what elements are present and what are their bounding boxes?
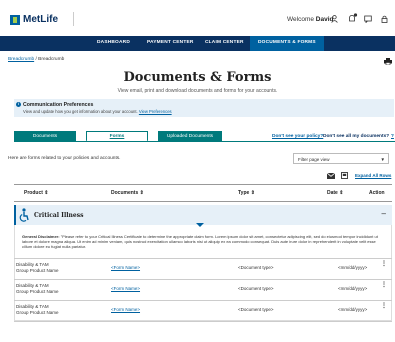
product-cell: Disability & TAM Group Product Name	[16, 283, 59, 295]
accessibility-icon	[19, 208, 29, 222]
sort-icon: ⇕	[139, 190, 144, 196]
product-cell: Disability & TAM Group Product Name	[16, 304, 59, 316]
more-actions-icon[interactable]: ⋮	[381, 261, 387, 267]
view-preferences-link[interactable]: View Preferences	[139, 109, 172, 114]
category-title: Critical Illness	[34, 212, 84, 219]
form-name-link[interactable]: <Form Name>	[111, 307, 140, 312]
disclaimer-text: "Please refer to your Critical Illness C…	[22, 234, 378, 250]
column-date[interactable]: Date ⇕	[327, 190, 343, 196]
dont-see-policy-link[interactable]: Don't see your policy?	[272, 134, 323, 139]
table-row: Disability & TAM Group Product Name <For…	[14, 258, 392, 277]
form-name-link[interactable]: <Form Name>	[111, 286, 140, 291]
nav-dashboard[interactable]: DASHBOARD	[97, 40, 130, 45]
breadcrumb-link[interactable]: Breadcrumb	[8, 57, 34, 62]
document-type: <Document type>	[238, 265, 274, 270]
collapse-icon[interactable]: –	[382, 209, 386, 218]
chat-icon[interactable]	[364, 15, 372, 23]
user-icon[interactable]	[331, 15, 338, 23]
document-date: <mm/dd/yyyy>	[338, 265, 368, 270]
sort-icon: ⇕	[339, 190, 344, 196]
category-pointer	[196, 223, 204, 227]
expand-all-rows-link[interactable]: Expand All Rows	[355, 173, 391, 178]
welcome-prefix: Welcome	[287, 16, 314, 23]
column-type-label: Type	[238, 190, 250, 196]
column-documents[interactable]: Documents ⇕	[111, 190, 144, 196]
nav-documents-forms[interactable]: DOCUMENTS & FORMS	[250, 36, 324, 51]
site-header: MetLife Welcome David	[0, 0, 395, 36]
table-header-bottom-border	[14, 201, 392, 202]
filter-placeholder: Filter page view	[298, 157, 330, 162]
category-critical-illness[interactable]: Critical Illness –	[14, 205, 392, 225]
breadcrumb: Breadcrumb / Breadcrumb	[8, 57, 64, 62]
info-icon: i	[16, 102, 21, 107]
group-product-name: Group Product Name	[16, 268, 59, 273]
lock-icon[interactable]	[381, 15, 388, 23]
column-product[interactable]: Product ⇕	[24, 190, 48, 196]
communication-preferences-banner: i Communication Preferences View and upd…	[14, 99, 394, 117]
more-actions-icon[interactable]: ⋮	[381, 303, 387, 309]
group-product-name: Group Product Name	[16, 310, 59, 315]
nav-payment-center[interactable]: PAYMENT CENTER	[147, 40, 194, 45]
table-bottom-border	[14, 321, 392, 322]
breadcrumb-current: Breadcrumb	[38, 57, 65, 62]
group-product-name: Group Product Name	[16, 289, 59, 294]
communication-preferences-body: View and update how you get information …	[23, 109, 172, 114]
column-date-label: Date	[327, 190, 338, 196]
forms-intro: Here are forms related to your policies …	[8, 156, 121, 161]
notifications-icon[interactable]	[348, 13, 358, 23]
help-icon[interactable]: ?	[391, 134, 394, 139]
download-icon[interactable]	[341, 172, 348, 179]
table-header-top-border	[14, 184, 392, 185]
general-disclaimer: General Disclaimer: "Please refer to you…	[22, 234, 384, 250]
metlife-logo[interactable]: MetLife	[10, 14, 58, 25]
page-subtitle: View email, print and download documents…	[117, 88, 278, 94]
print-icon[interactable]	[384, 58, 392, 65]
column-type[interactable]: Type ⇕	[238, 190, 255, 196]
logo-divider	[73, 12, 74, 26]
chevron-down-icon: ▼	[380, 157, 385, 162]
sort-icon: ⇕	[250, 190, 255, 196]
filter-page-view-select[interactable]: Filter page view ▼	[293, 153, 389, 164]
email-icon[interactable]	[327, 173, 335, 179]
brand-name: MetLife	[23, 14, 58, 25]
welcome-message: Welcome David	[287, 16, 334, 23]
more-actions-icon[interactable]: ⋮	[381, 282, 387, 288]
table-row: Disability & TAM Group Product Name <For…	[14, 279, 392, 298]
nav-claim-center[interactable]: CLAIM CENTER	[205, 40, 244, 45]
column-documents-label: Documents	[111, 190, 139, 196]
document-date: <mm/dd/yyyy>	[338, 286, 368, 291]
document-date: <mm/dd/yyyy>	[338, 307, 368, 312]
main-nav: DASHBOARD PAYMENT CENTER CLAIM CENTER DO…	[0, 36, 395, 51]
form-name-link[interactable]: <Form Name>	[111, 265, 140, 270]
dont-see-all-documents-link[interactable]: Don't see all my documents?	[323, 134, 389, 139]
column-product-label: Product	[24, 190, 43, 196]
tab-underline	[14, 141, 395, 142]
document-type: <Document type>	[238, 286, 274, 291]
document-type: <Document type>	[238, 307, 274, 312]
page-title: Documents & Forms	[123, 70, 272, 85]
communication-preferences-text: View and update how you get information …	[23, 109, 138, 114]
column-action: Action	[369, 190, 385, 196]
logo-mark-icon	[10, 14, 20, 25]
sort-icon: ⇕	[44, 190, 49, 196]
product-cell: Disability & TAM Group Product Name	[16, 262, 59, 274]
table-row: Disability & TAM Group Product Name <For…	[14, 300, 392, 319]
communication-preferences-title: Communication Preferences	[23, 102, 94, 108]
